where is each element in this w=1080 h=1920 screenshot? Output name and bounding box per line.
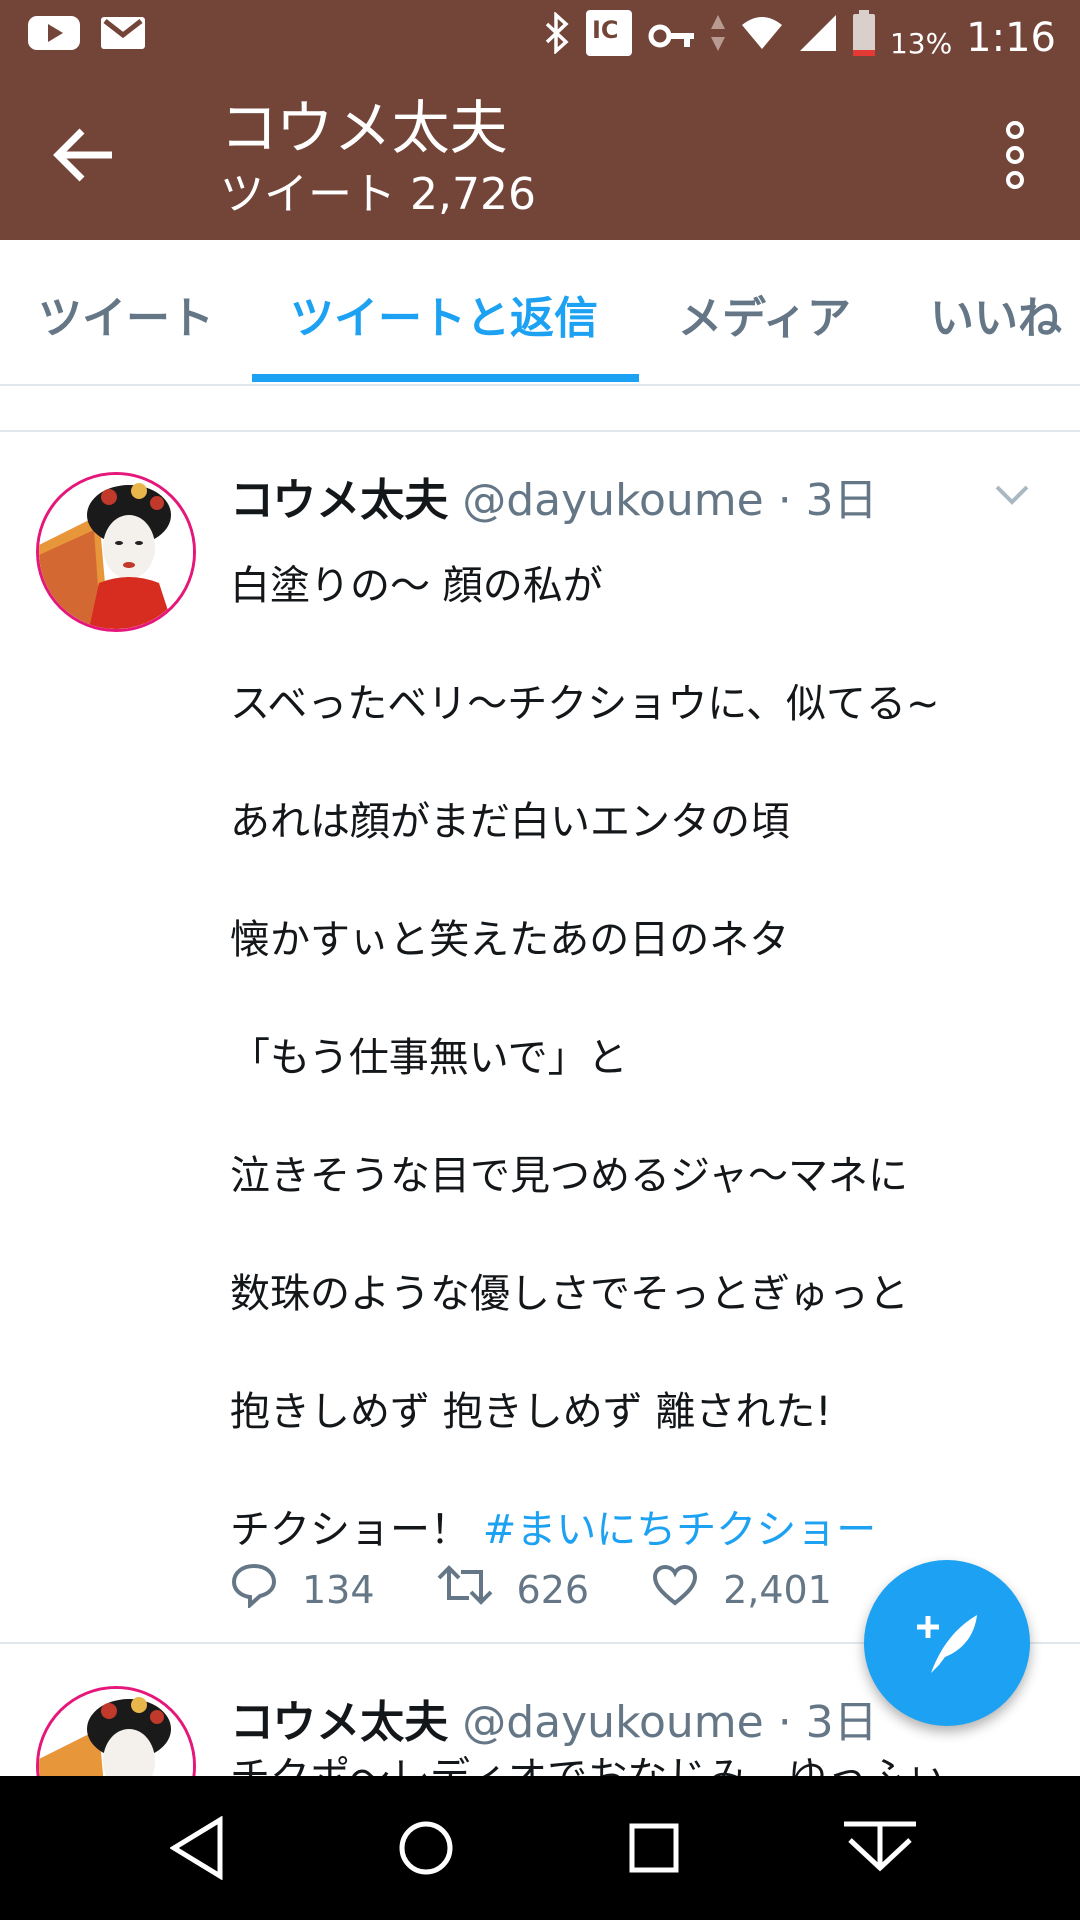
retweet-icon — [437, 1564, 517, 1615]
nav-home-icon[interactable] — [398, 1816, 454, 1884]
system-navigation-bar — [0, 1776, 1080, 1920]
vpn-key-icon — [648, 15, 696, 61]
hashtag-link[interactable]: #まいにちチクショー — [483, 1507, 877, 1553]
heart-icon — [651, 1563, 723, 1616]
status-bar: IC 13% 1:16 — [0, 0, 1080, 75]
tweet-line: 泣きそうな目で見つめるジャ〜マネに — [230, 1153, 908, 1199]
wifi-icon — [740, 15, 784, 61]
tweet-line: 白塗りの〜 顔の私が — [230, 563, 603, 609]
profile-tabs: ツイート ツイートと返信 メディア いいね — [0, 240, 1080, 386]
active-tab-indicator — [252, 374, 639, 382]
tweet-header: コウメ太夫 @dayukoume · 3日 — [230, 464, 878, 528]
chevron-down-icon[interactable] — [994, 484, 1030, 506]
signal-icon — [798, 13, 838, 63]
reply-icon — [230, 1562, 302, 1617]
nav-back-icon[interactable] — [169, 1815, 224, 1884]
author-handle[interactable]: @dayukoume — [462, 1697, 763, 1748]
tab-media[interactable]: メディア — [678, 282, 851, 346]
compose-tweet-button[interactable] — [864, 1560, 1030, 1726]
more-options-icon[interactable] — [1000, 120, 1030, 190]
nav-recents-icon[interactable] — [628, 1816, 680, 1884]
tweet-header: コウメ太夫 @dayukoume · 3日 — [230, 1686, 878, 1750]
author-name[interactable]: コウメ太夫 — [230, 1697, 448, 1748]
tweet-line: 懐かすぃと笑えたあの日のネタ — [230, 917, 790, 963]
clock: 1:16 — [966, 15, 1056, 61]
avatar[interactable] — [36, 1686, 196, 1776]
battery-icon — [852, 10, 876, 66]
tweet[interactable]: コウメ太夫 @dayukoume · 3日 白塗りの〜 顔の私が スベったベリ〜… — [0, 432, 1080, 1644]
tweet-line: 数珠のような優しさでそっとぎゅっと — [230, 1271, 909, 1317]
author-handle[interactable]: @dayukoume — [462, 475, 763, 526]
reply-count: 134 — [302, 1567, 375, 1612]
tweet-line: あれは顔がまだ白いエンタの頃 — [230, 799, 790, 845]
data-arrows-icon — [710, 13, 726, 63]
youtube-icon — [28, 12, 80, 58]
tweet-time: · 3日 — [763, 1697, 878, 1748]
tweet-line-text: チクショー！ — [230, 1507, 483, 1553]
tweet-text: チクポ〜レディオでおなじみ、ゆっふぃ — [230, 1744, 947, 1776]
author-name[interactable]: コウメ太夫 — [230, 475, 448, 526]
previous-tweet-remnant — [0, 385, 1080, 432]
tweet-line: 「もう仕事無いで」と — [230, 1035, 628, 1081]
gmail-icon — [100, 12, 146, 58]
tweet-count: ツイート 2,726 — [220, 169, 536, 220]
back-arrow-icon[interactable] — [50, 125, 120, 185]
tab-tweets-and-replies[interactable]: ツイートと返信 — [290, 282, 598, 346]
like-button[interactable]: 2,401 — [651, 1563, 832, 1616]
battery-percent: 13% — [889, 26, 953, 60]
like-count: 2,401 — [723, 1567, 832, 1612]
tweet-text: 白塗りの〜 顔の私が スベったベリ〜チクショウに、似てる~ あれは顔がまだ白いエ… — [230, 527, 1050, 1589]
retweet-count: 626 — [516, 1567, 590, 1612]
svg-text:IC: IC — [592, 16, 619, 44]
nav-hide-icon[interactable] — [842, 1816, 918, 1884]
tweet-actions: 134 626 2,401 — [230, 1562, 894, 1617]
tweet-line: スベったベリ〜チクショウに、似てる~ — [230, 681, 940, 727]
page-title: コウメ太夫 — [220, 94, 508, 162]
avatar[interactable] — [36, 472, 196, 632]
reply-button[interactable]: 134 — [230, 1562, 375, 1617]
retweet-button[interactable]: 626 — [437, 1564, 590, 1615]
bluetooth-icon — [544, 11, 570, 64]
profile-header: コウメ太夫 ツイート 2,726 — [0, 75, 1080, 240]
ic-card-icon: IC — [584, 8, 634, 68]
tab-likes[interactable]: いいね — [930, 282, 1062, 346]
compose-feather-icon — [909, 1603, 985, 1683]
tweet-line: 抱きしめず 抱きしめず 離された! — [230, 1389, 832, 1435]
tab-tweets[interactable]: ツイート — [38, 282, 214, 346]
tweet-time: · 3日 — [763, 475, 878, 526]
